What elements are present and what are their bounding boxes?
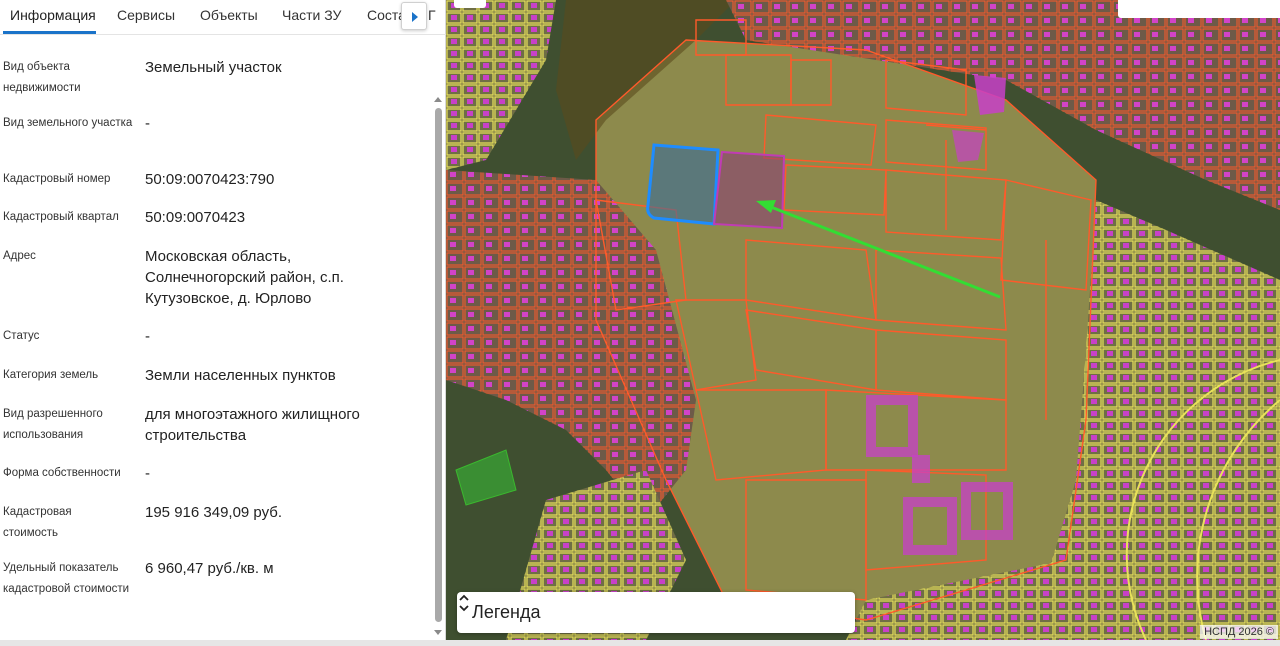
field-label: Вид разрешенного использования [3, 408, 103, 441]
field-value: - [145, 465, 150, 482]
field-label: Статус [3, 330, 40, 342]
satellite-map [446, 0, 1280, 640]
tab-services[interactable]: Сервисы [117, 0, 175, 34]
field-label: Вид земельного участка [3, 117, 133, 129]
field-value: для многоэтажного жилищного строительств… [145, 406, 360, 444]
field-label: Адрес [3, 250, 36, 262]
map-attribution: НСПД 2026 © [1200, 625, 1278, 639]
field-label: Кадастровая стоимость [3, 506, 72, 539]
field-value: Земли населенных пунктов [145, 367, 336, 384]
chevron-up-down-icon[interactable] [457, 592, 471, 614]
field-label: Категория земель [3, 369, 99, 381]
field-value: 195 916 349,09 руб. [145, 504, 283, 521]
selected-parcel[interactable] [646, 143, 720, 226]
map-search-stub[interactable] [1118, 0, 1280, 18]
field-value: Московская область, Солнечногорский райо… [145, 248, 344, 307]
tab-overflow-fragment: Г [428, 7, 436, 23]
chevron-right-icon [412, 12, 418, 22]
legend-panel[interactable]: Легенда [457, 592, 855, 633]
tab-parts[interactable]: Части ЗУ [282, 0, 341, 34]
highlighted-parcel[interactable] [712, 150, 786, 230]
field-value: 6 960,47 руб./кв. м [145, 560, 274, 577]
info-panel: Информация Сервисы Объекты Части ЗУ Сост… [0, 0, 446, 646]
field-value: - [145, 115, 150, 132]
tabs-next-button[interactable] [401, 2, 427, 30]
scroll-up-icon[interactable] [434, 97, 442, 102]
map-view[interactable]: Легенда НСПД 2026 © [446, 0, 1280, 640]
field-value: 50:09:0070423 [145, 209, 246, 226]
tab-objects[interactable]: Объекты [200, 0, 258, 34]
horizontal-scrollbar[interactable] [0, 640, 1280, 646]
legend-title: Легенда [472, 602, 541, 622]
field-value: - [145, 328, 150, 345]
field-value: 50:09:0070423:790 [145, 171, 275, 188]
tab-info[interactable]: Информация [3, 0, 96, 34]
field-label: Вид объекта недвижимости [3, 61, 81, 94]
scrollbar-thumb[interactable] [435, 108, 442, 622]
field-label: Кадастровый номер [3, 173, 111, 185]
scroll-down-icon[interactable] [434, 630, 442, 635]
tab-bar: Информация Сервисы Объекты Части ЗУ Сост… [0, 0, 446, 35]
building [912, 455, 930, 483]
field-value: Земельный участок [145, 59, 282, 76]
field-label: Форма собственности [3, 467, 121, 479]
field-label: Кадастровый квартал [3, 211, 119, 223]
map-control-stub[interactable] [454, 0, 486, 8]
field-label: Удельный показатель кадастровой стоимост… [3, 562, 130, 595]
